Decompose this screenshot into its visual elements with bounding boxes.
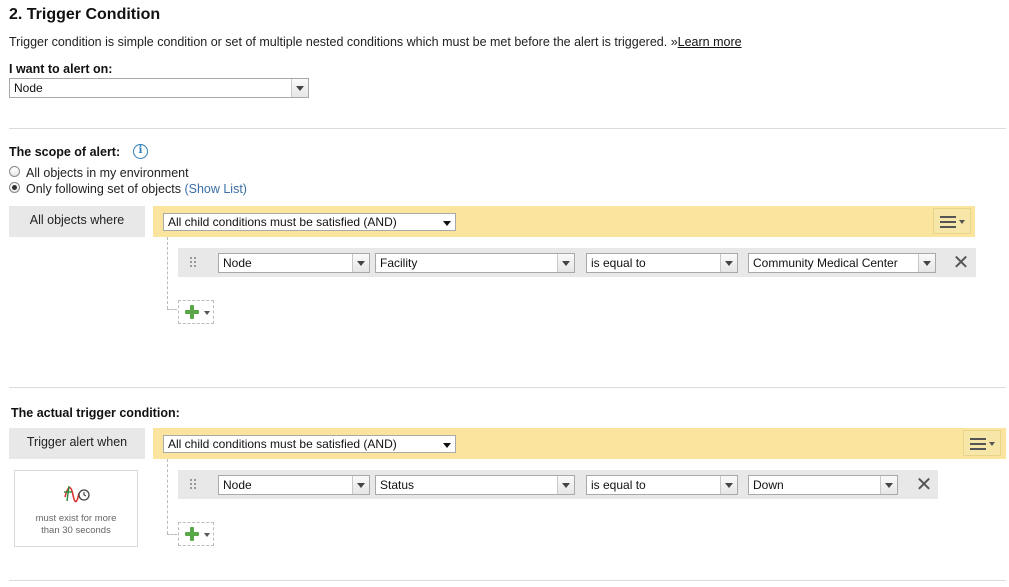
add-trigger-condition-button[interactable] (178, 522, 214, 546)
scope-value-select[interactable]: Community Medical Center (748, 253, 936, 273)
section-divider (9, 580, 1006, 581)
chevron-down-icon (880, 476, 897, 494)
chevron-down-icon (439, 214, 455, 230)
time-condition-icon (64, 485, 90, 503)
chevron-down-icon (291, 79, 308, 97)
scope-object-select[interactable]: Node (218, 253, 370, 273)
scope-option-following-text: Only following set of objects (26, 182, 181, 196)
scope-field-value: Facility (380, 256, 418, 270)
remove-trigger-condition-icon[interactable]: ✕ (914, 475, 934, 495)
trigger-group-operator-select[interactable]: All child conditions must be satisfied (… (163, 435, 456, 453)
chevron-down-icon (557, 254, 574, 272)
show-list-link[interactable]: (Show List) (184, 182, 247, 196)
menu-icon (970, 438, 986, 450)
plus-icon (185, 527, 199, 541)
caret-down-icon (204, 311, 210, 315)
caret-down-icon (989, 442, 995, 446)
info-icon[interactable]: i (133, 144, 148, 159)
time-condition-line2: than 30 seconds (41, 525, 111, 536)
chevron-down-icon (352, 254, 369, 272)
alert-on-label: I want to alert on: (9, 62, 113, 76)
section-divider (9, 387, 1006, 388)
scope-radio-following[interactable] (9, 182, 20, 193)
chevron-down-icon (720, 254, 737, 272)
trigger-object-select[interactable]: Node (218, 475, 370, 495)
time-condition-line1: must exist for more (35, 513, 117, 524)
scope-tree-connector-h (167, 309, 177, 310)
trigger-tree-connector-h (167, 534, 177, 535)
chevron-down-icon (352, 476, 369, 494)
learn-more-prefix: » (670, 35, 678, 49)
section-divider (9, 128, 1006, 129)
scope-group-menu-button[interactable] (933, 208, 971, 234)
trigger-tree-connector (167, 459, 168, 534)
scope-group-label: All objects where (9, 206, 145, 237)
time-condition-box[interactable]: must exist for more than 30 seconds (14, 470, 138, 547)
caret-down-icon (959, 220, 965, 224)
trigger-field-select[interactable]: Status (375, 475, 575, 495)
trigger-label: The actual trigger condition: (11, 406, 180, 420)
trigger-object-value: Node (223, 478, 252, 492)
trigger-field-value: Status (380, 478, 415, 492)
scope-operator-select[interactable]: is equal to (586, 253, 738, 273)
time-condition-text: must exist for more than 30 seconds (15, 513, 137, 537)
menu-icon (940, 216, 956, 228)
scope-field-select[interactable]: Facility (375, 253, 575, 273)
scope-option-all-label: All objects in my environment (26, 166, 189, 180)
description-text: Trigger condition is simple condition or… (9, 35, 668, 49)
drag-handle-icon[interactable] (190, 479, 198, 491)
scope-tree-connector (167, 237, 168, 309)
caret-down-icon (204, 533, 210, 537)
trigger-operator-value: is equal to (591, 478, 646, 492)
chevron-down-icon (439, 436, 455, 452)
alert-on-select[interactable]: Node (9, 78, 309, 98)
scope-radio-all[interactable] (9, 166, 20, 177)
trigger-group-operator-value: All child conditions must be satisfied (… (168, 437, 397, 451)
alert-on-value: Node (14, 81, 43, 95)
section-title: 2. Trigger Condition (9, 6, 161, 23)
scope-group-operator-select[interactable]: All child conditions must be satisfied (… (163, 213, 456, 231)
trigger-operator-select[interactable]: is equal to (586, 475, 738, 495)
trigger-value-select[interactable]: Down (748, 475, 898, 495)
remove-scope-condition-icon[interactable]: ✕ (951, 253, 971, 273)
scope-value-value: Community Medical Center (753, 256, 898, 270)
chevron-down-icon (918, 254, 935, 272)
plus-icon (185, 305, 199, 319)
trigger-value-value: Down (753, 478, 784, 492)
chevron-down-icon (720, 476, 737, 494)
add-scope-condition-button[interactable] (178, 300, 214, 324)
learn-more-link[interactable]: Learn more (678, 35, 742, 49)
trigger-group-label: Trigger alert when (9, 428, 145, 459)
scope-label: The scope of alert: (9, 145, 121, 159)
scope-option-following-label: Only following set of objects (Show List… (26, 182, 247, 196)
scope-operator-value: is equal to (591, 256, 646, 270)
scope-group-operator-value: All child conditions must be satisfied (… (168, 215, 397, 229)
chevron-down-icon (557, 476, 574, 494)
scope-object-value: Node (223, 256, 252, 270)
drag-handle-icon[interactable] (190, 257, 198, 269)
trigger-group-menu-button[interactable] (963, 430, 1001, 456)
section-description: Trigger condition is simple condition or… (9, 35, 742, 49)
